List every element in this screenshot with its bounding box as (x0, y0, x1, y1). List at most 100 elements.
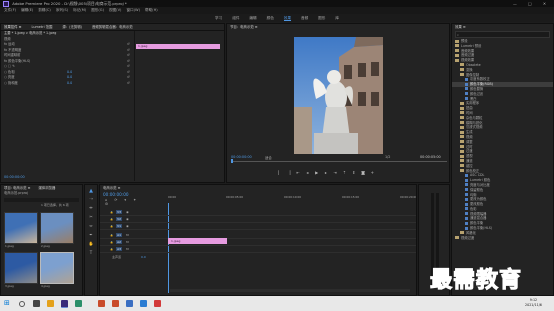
playback-scrubber[interactable] (231, 161, 447, 162)
step-back-icon[interactable]: ◂ (305, 170, 310, 175)
effect-controls-tab[interactable]: Lumetri 范围 (31, 25, 52, 29)
workspace-tab[interactable]: 编辑 (249, 16, 256, 20)
play-icon[interactable]: ▶ (314, 170, 319, 175)
track-mute-icon[interactable]: M (126, 233, 129, 237)
app2-taskbar-icon[interactable] (98, 300, 105, 307)
timeline-toolbar-icons[interactable]: ⌂ ⟳ ▾ ✦ ⚙ (105, 198, 145, 206)
mark-in-icon[interactable]: ▏ (277, 170, 282, 175)
app5-taskbar-icon[interactable] (140, 300, 147, 307)
track-eye-icon[interactable]: ◉ (126, 217, 129, 221)
project-tab[interactable]: 项目: 电商示范 ≡ (4, 186, 30, 190)
type-tool-icon[interactable]: T (85, 248, 97, 257)
timeline-ruler[interactable]: 00:00 00:00:05:00 00:00:10:00 00:00:15:00 00… (168, 195, 416, 203)
track-row[interactable]: 🔒 V3 ◉ (100, 209, 416, 216)
track-label[interactable]: V1 (116, 224, 123, 228)
effect-row-value[interactable]: 0.0 (67, 70, 72, 75)
add-button-icon[interactable]: + (370, 170, 375, 175)
track-mute-icon[interactable]: M (126, 247, 129, 251)
effect-controls-timecode[interactable]: 00:00:00:00 (4, 175, 25, 179)
track-row[interactable]: 🔒 V2 ◉ (100, 216, 416, 223)
reset-icon[interactable]: ↺ (127, 53, 130, 58)
track-lock-icon[interactable]: 🔒 (110, 248, 113, 251)
project-thumbnail[interactable]: 3.jpeg (4, 252, 38, 288)
track-label[interactable]: A3 (116, 247, 123, 251)
playhead-marker[interactable] (231, 159, 233, 163)
track-label[interactable]: V2 (116, 217, 123, 221)
menu-item[interactable]: 序列(S) (56, 8, 68, 12)
project-search-input[interactable] (4, 197, 79, 202)
effect-controls-tab[interactable]: 源：(无剪辑) (62, 25, 82, 29)
track-label[interactable]: A2 (116, 240, 123, 244)
reset-icon[interactable]: ↺ (127, 64, 130, 69)
effects-search-input[interactable]: ⌕ (455, 31, 550, 38)
menu-item[interactable]: 视图(V) (109, 8, 121, 12)
reset-icon[interactable]: ↺ (127, 70, 130, 75)
reset-icon[interactable]: ↺ (127, 75, 130, 80)
track-row[interactable]: 🔒 A3 M (100, 246, 416, 253)
track-row[interactable]: 🔒 V1 ◉ (100, 223, 416, 230)
window-controls[interactable]: — □ ✕ (513, 0, 551, 7)
workspace-tab[interactable]: 图形 (318, 16, 325, 20)
search-icon[interactable] (19, 301, 25, 307)
menu-item[interactable]: 文件(F) (4, 8, 16, 12)
menu-item[interactable]: 窗口(W) (126, 8, 140, 12)
effect-row-value[interactable]: 0.0 (67, 75, 72, 80)
workspace-tab[interactable]: 组件 (232, 16, 239, 20)
track-label[interactable]: V3 (116, 210, 123, 214)
task-view-icon[interactable] (33, 300, 40, 307)
reset-icon[interactable]: ↺ (127, 81, 130, 86)
timeline-clip[interactable]: 1.jpeg (168, 238, 227, 244)
track-eye-icon[interactable]: ◉ (126, 224, 129, 228)
effect-controls-tab[interactable]: 音频剪辑混合器：电商示范 (92, 25, 133, 29)
start-icon[interactable]: ⊞ (4, 300, 11, 307)
hand-tool-icon[interactable]: ✋ (85, 239, 97, 248)
track-lock-icon[interactable]: 🔒 (110, 218, 113, 221)
project-thumbnail[interactable]: 2.jpeg (40, 212, 74, 248)
reset-icon[interactable]: ↺ (127, 42, 130, 47)
workspace-tab[interactable]: 库 (335, 16, 339, 20)
timeline-timecode[interactable]: 00:00:00:00 (103, 192, 129, 197)
program-timecode-current[interactable]: 00:00:00:00 (231, 155, 252, 159)
master-track-value[interactable]: 0.0 (141, 255, 146, 259)
effect-folder[interactable]: 视频过渡 (452, 236, 553, 241)
effect-row-value[interactable]: 0.0 (67, 81, 72, 86)
reset-icon[interactable]: ↺ (127, 48, 130, 53)
clock[interactable]: 9:12 2021/11/6 (525, 298, 542, 307)
workspace-tab[interactable]: 效果 (283, 16, 291, 21)
workspace-tab[interactable]: 音频 (301, 16, 308, 20)
resolution-dropdown[interactable]: 1/2 (385, 155, 390, 159)
app-taskbar-icon[interactable] (75, 300, 82, 307)
track-row[interactable]: 🔒 A1 M (100, 232, 416, 239)
track-lock-icon[interactable]: 🔒 (110, 234, 113, 237)
track-mute-icon[interactable]: M (126, 240, 129, 244)
program-monitor-tab[interactable]: 节目：电商示范 ≡ (227, 24, 449, 30)
project-tab[interactable]: 媒体浏览器 (38, 186, 55, 190)
mark-out-icon[interactable]: ▕ (286, 170, 291, 175)
app6-taskbar-icon[interactable] (154, 300, 161, 307)
track-lock-icon[interactable]: 🔒 (110, 211, 113, 214)
fit-dropdown[interactable]: 适合 (265, 155, 272, 160)
file-explorer-icon[interactable] (47, 300, 54, 307)
menu-item[interactable]: 剪辑(C) (38, 8, 51, 12)
workspace-tab[interactable]: 颜色 (267, 16, 274, 20)
menu-item[interactable]: 图形(G) (91, 8, 104, 12)
app4-taskbar-icon[interactable] (126, 300, 133, 307)
razor-tool-icon[interactable]: ✂ (85, 212, 97, 221)
workspace-tab[interactable]: 学习 (215, 16, 222, 20)
track-lock-icon[interactable]: 🔒 (110, 225, 113, 228)
step-forward-icon[interactable]: ▸ (323, 170, 328, 175)
track-lock-icon[interactable]: 🔒 (110, 241, 113, 244)
app3-taskbar-icon[interactable] (112, 300, 119, 307)
timeline-tab[interactable]: 电商示范 ≡ (100, 185, 416, 191)
effect-row[interactable]: ○ 饱和度 0.0 ↺ (1, 81, 224, 87)
effects-tab[interactable]: 效果 ≡ (452, 24, 553, 30)
effect-clip-bar[interactable]: 1.jpeg (136, 44, 220, 49)
pen-tool-icon[interactable]: ✒ (85, 230, 97, 239)
reset-icon[interactable]: ↺ (127, 59, 130, 64)
effect-controls-tab[interactable]: 效果控件 ≡ (4, 25, 21, 29)
project-thumbnail[interactable]: 1.jpeg (4, 212, 38, 248)
timeline-scrollbar[interactable] (170, 289, 410, 292)
ripple-edit-icon[interactable]: ⇹ (85, 203, 97, 212)
project-thumbnail[interactable]: 4.jpeg (40, 252, 74, 288)
go-to-in-icon[interactable]: ⇤ (296, 170, 301, 175)
